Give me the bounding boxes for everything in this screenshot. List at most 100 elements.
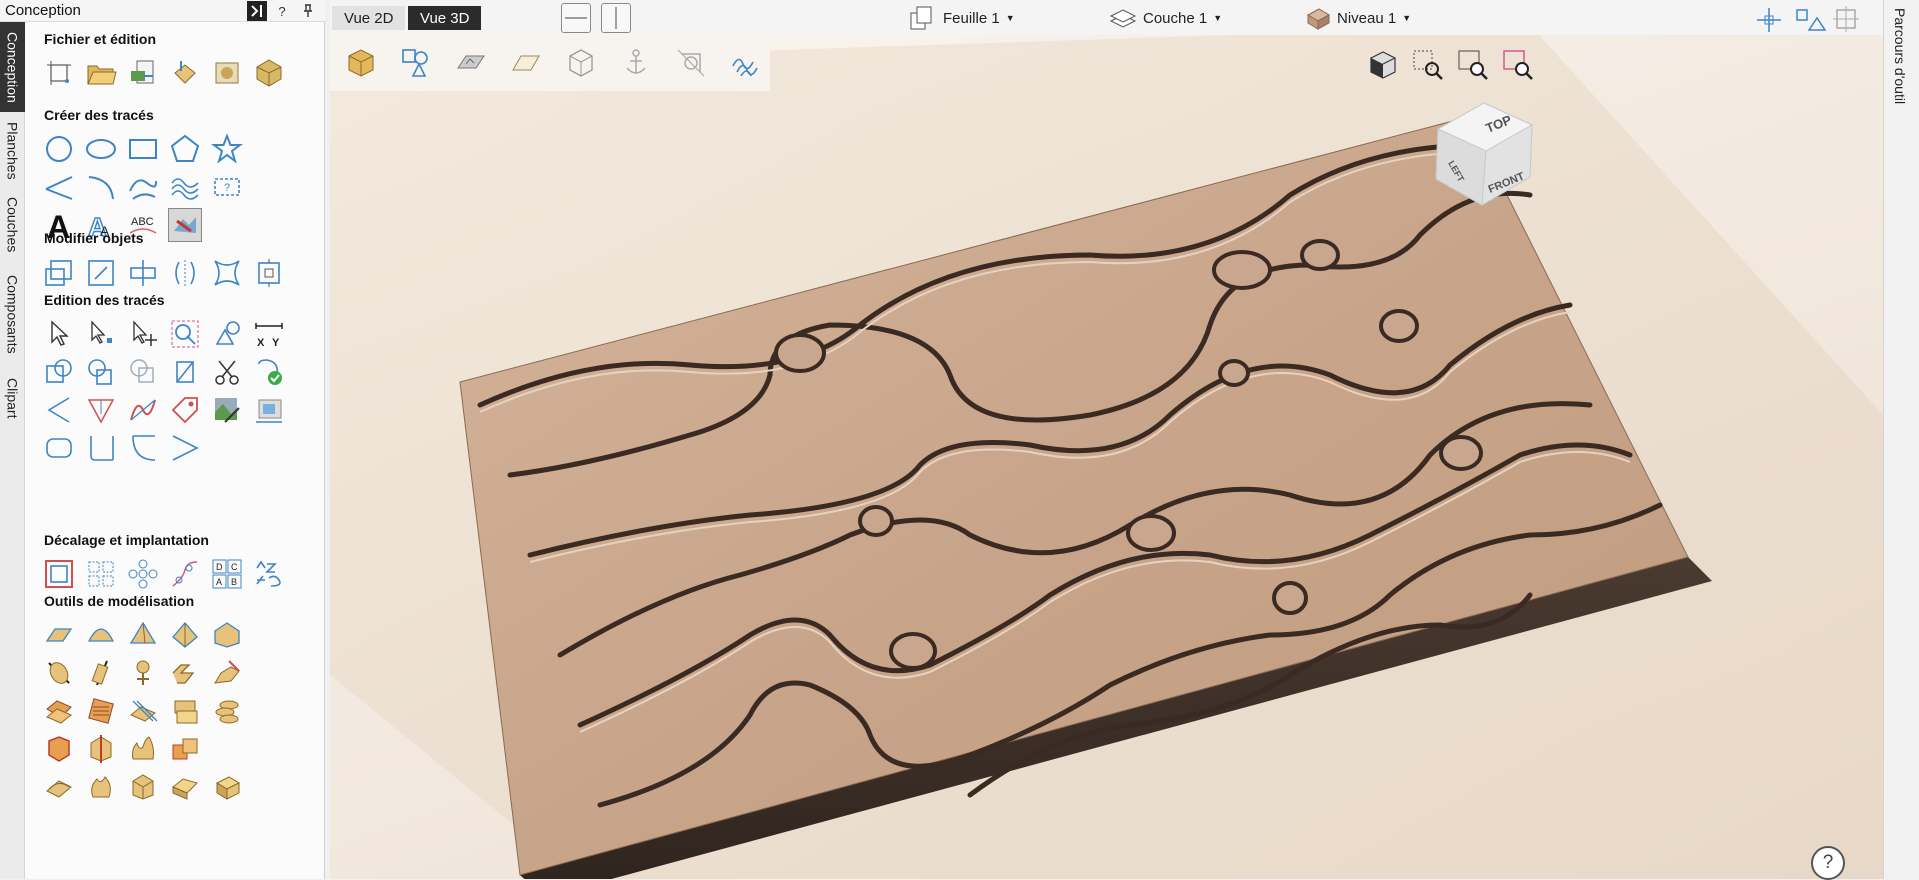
rounded-rect-tool[interactable] [42, 431, 76, 465]
subtract-tool[interactable] [84, 355, 118, 389]
vector-plane-tool[interactable] [507, 44, 545, 82]
level-dropdown[interactable]: Niveau 1 ▼ [1305, 4, 1411, 32]
cut-model-tool[interactable] [84, 732, 118, 766]
mirror-tool[interactable] [168, 256, 202, 290]
bitmap-trace-tool[interactable] [168, 208, 202, 242]
circle-tool[interactable] [42, 132, 76, 166]
tag-tool[interactable] [168, 393, 202, 427]
texture-tool[interactable] [84, 694, 118, 728]
texture-lines-tool[interactable] [727, 44, 765, 82]
view-shading-button[interactable] [1363, 45, 1403, 85]
vector-texture-tool[interactable] [126, 694, 160, 728]
scale-tool[interactable] [84, 256, 118, 290]
join-vectors-tool[interactable] [168, 355, 202, 389]
close-vectors-tool[interactable] [252, 355, 286, 389]
open-file-tool[interactable] [84, 56, 118, 90]
tab-clipart[interactable]: Clipart [0, 368, 25, 428]
shape-editor-tool[interactable] [42, 618, 76, 652]
curve-tool[interactable] [126, 170, 160, 204]
snap-grid-icon[interactable] [1757, 8, 1781, 32]
nesting-labels-tool[interactable]: DCAB [210, 557, 244, 591]
copy-along-vector-tool[interactable] [168, 557, 202, 591]
sheet-dropdown[interactable]: Feuille 1 ▼ [909, 4, 1015, 32]
flames-tool[interactable] [126, 732, 160, 766]
angle-tool[interactable] [168, 431, 202, 465]
component-stack-tool[interactable] [168, 694, 202, 728]
tab-couches[interactable]: Couches [0, 190, 25, 260]
split-vertical-button[interactable] [601, 3, 631, 33]
3d-model-tool[interactable] [252, 56, 286, 90]
xy-measure-tool[interactable]: XY [252, 317, 286, 351]
transform-tool[interactable] [126, 317, 160, 351]
rectangle-tool[interactable] [126, 132, 160, 166]
snap-bounding-icon[interactable] [1833, 6, 1859, 32]
slice-tool[interactable] [42, 694, 76, 728]
turn-tool[interactable] [126, 656, 160, 690]
collapse-panel-button[interactable] [247, 1, 267, 21]
weave-tool[interactable] [168, 656, 202, 690]
sculpt-tool[interactable] [210, 656, 244, 690]
two-rail-tool[interactable] [42, 656, 76, 690]
cube-red-tool[interactable] [42, 732, 76, 766]
material-tool[interactable] [342, 44, 380, 82]
layer-dropdown[interactable]: Couche 1 ▼ [1109, 4, 1222, 32]
job-setup-tool[interactable] [42, 56, 76, 90]
fillet-tool[interactable] [42, 393, 76, 427]
tab-composants[interactable]: Composants [0, 264, 25, 364]
trace-image-tool[interactable] [210, 393, 244, 427]
wave-tool[interactable] [168, 170, 202, 204]
array-copy-tool[interactable] [84, 557, 118, 591]
add-remove-tool[interactable] [168, 732, 202, 766]
offset-tool[interactable] [42, 557, 76, 591]
polyline-tool[interactable] [42, 170, 76, 204]
u-curve-tool[interactable] [126, 431, 160, 465]
node-edit-tool[interactable] [84, 317, 118, 351]
view-2d-button[interactable]: Vue 2D [332, 6, 406, 30]
curve-fit-tool[interactable] [126, 393, 160, 427]
smooth-tool[interactable] [42, 770, 76, 804]
anchor-tool[interactable] [617, 44, 655, 82]
wireframe-tool[interactable] [562, 44, 600, 82]
baseline-tool[interactable] [210, 770, 244, 804]
zoom-window-button[interactable] [1408, 45, 1448, 85]
3d-viewport[interactable]: TOP LEFT FRONT [330, 35, 1883, 879]
image-crop-tool[interactable] [252, 393, 286, 427]
distort-tool[interactable] [210, 256, 244, 290]
tab-planches[interactable]: Planches [0, 116, 25, 186]
weld-tool[interactable] [42, 355, 76, 389]
nesting-tool[interactable] [252, 557, 286, 591]
shapes-tool[interactable] [210, 317, 244, 351]
extrude-along-tool[interactable] [84, 656, 118, 690]
tab-conception[interactable]: Conception [0, 22, 25, 112]
snap-object-icon[interactable] [1796, 9, 1827, 31]
pin-button[interactable] [298, 1, 318, 21]
select-tool[interactable] [42, 317, 76, 351]
zoom-selection-button[interactable] [1498, 45, 1538, 85]
mold-tool[interactable] [84, 770, 118, 804]
toolpath-origin-tool[interactable] [672, 44, 710, 82]
image-layer-tool[interactable] [452, 44, 490, 82]
help-circle-button[interactable]: ? [1811, 846, 1845, 880]
coins-tool[interactable] [210, 694, 244, 728]
align-tool[interactable] [126, 256, 160, 290]
dimension-tool[interactable]: ? [210, 170, 244, 204]
cut-vectors-tool[interactable] [210, 355, 244, 389]
import-component-tool[interactable] [168, 56, 202, 90]
interactive-trim-tool[interactable] [168, 317, 202, 351]
view-3d-button[interactable]: Vue 3D [408, 6, 482, 30]
view-cube[interactable]: TOP LEFT FRONT [1430, 95, 1550, 215]
open-rect-tool[interactable] [84, 431, 118, 465]
sweep-tool[interactable] [168, 618, 202, 652]
box-tool[interactable] [126, 770, 160, 804]
split-horizontal-button[interactable] [561, 3, 591, 33]
size-tool[interactable] [252, 256, 286, 290]
zoom-fit-button[interactable] [1453, 45, 1493, 85]
toolpaths-panel-tab[interactable]: Parcours d'outil [1883, 0, 1919, 879]
pyramid-tool[interactable] [126, 618, 160, 652]
chamfer-tool[interactable] [84, 393, 118, 427]
drop-box-tool[interactable] [168, 770, 202, 804]
shapes-3d-tool[interactable] [397, 44, 435, 82]
import-tool[interactable] [126, 56, 160, 90]
arc-tool[interactable] [84, 170, 118, 204]
intersect-tool[interactable] [126, 355, 160, 389]
